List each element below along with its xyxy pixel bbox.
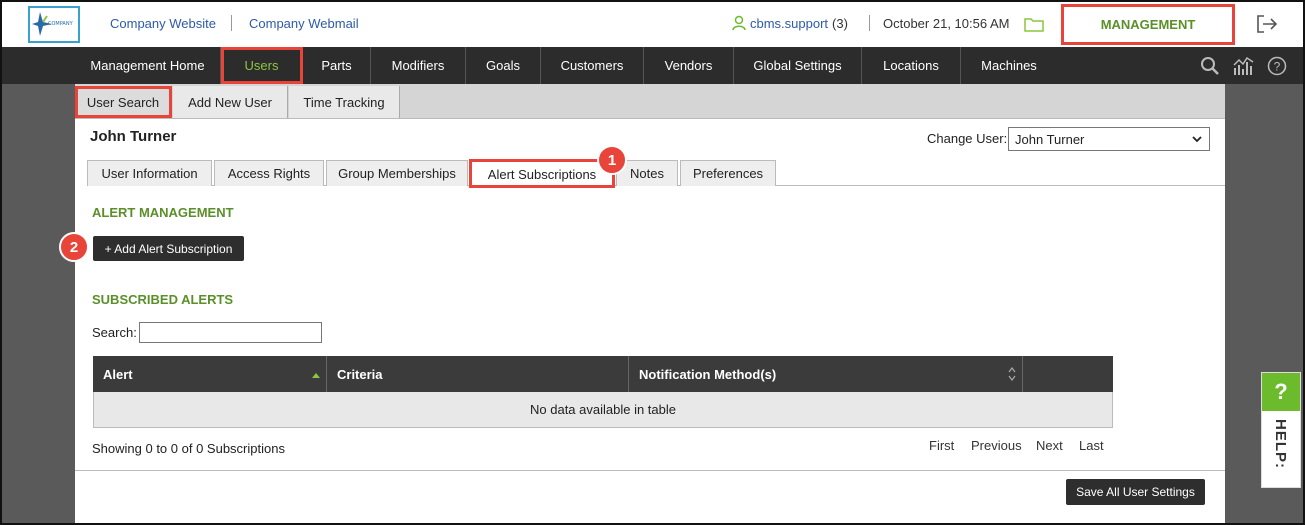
analytics-icon[interactable] xyxy=(1233,56,1255,79)
svg-text:?: ? xyxy=(1274,60,1281,74)
help-question-icon: ? xyxy=(1262,373,1300,411)
nav-users[interactable]: Users xyxy=(221,47,303,84)
sort-asc-icon xyxy=(312,368,320,383)
nav-customers[interactable]: Customers xyxy=(541,47,644,84)
search-label: Search: xyxy=(92,325,137,340)
column-criteria-label: Criteria xyxy=(337,366,383,382)
left-gutter xyxy=(0,84,75,525)
callout-badge-1: 1 xyxy=(597,145,627,175)
table-header: Alert Criteria Notification Method(s) xyxy=(93,356,1113,392)
tab-alert-subscriptions[interactable]: Alert Subscriptions xyxy=(469,159,615,188)
page-title: John Turner xyxy=(90,128,177,145)
change-user-value: John Turner xyxy=(1015,131,1085,147)
subscriptions-table: Alert Criteria Notification Method(s) No… xyxy=(93,356,1113,428)
main-content: John Turner Change User: John Turner Use… xyxy=(59,119,1225,525)
nav-global-settings[interactable]: Global Settings xyxy=(734,47,862,84)
search-input[interactable] xyxy=(139,322,322,343)
user-tabs: User Information Access Rights Group Mem… xyxy=(87,159,1225,188)
change-user-label: Change User: xyxy=(927,131,1008,146)
subtab-time-tracking[interactable]: Time Tracking xyxy=(289,86,400,118)
management-button[interactable]: MANAGEMENT xyxy=(1061,4,1235,45)
sort-both-icon xyxy=(1008,367,1016,384)
subscribed-alerts-title: SUBSCRIBED ALERTS xyxy=(92,292,234,307)
nav-vendors[interactable]: Vendors xyxy=(644,47,734,84)
save-all-settings-button[interactable]: Save All User Settings xyxy=(1066,479,1205,505)
help-circle-icon[interactable]: ? xyxy=(1267,56,1287,79)
nav-management-home[interactable]: Management Home xyxy=(75,47,221,84)
tab-access-rights[interactable]: Access Rights xyxy=(214,160,324,186)
help-widget[interactable]: ? HELP: xyxy=(1261,372,1301,488)
company-logo[interactable]: COMPANY xyxy=(28,6,80,43)
footer-divider xyxy=(75,470,1225,471)
callout-badge-2: 2 xyxy=(59,232,89,262)
company-webmail-link[interactable]: Company Webmail xyxy=(249,16,359,31)
table-empty-row: No data available in table xyxy=(93,392,1113,428)
user-icon xyxy=(732,15,746,31)
nav-goals[interactable]: Goals xyxy=(466,47,541,84)
company-website-link[interactable]: Company Website xyxy=(110,16,216,31)
main-nav: Management Home Users Parts Modifiers Go… xyxy=(0,47,1305,84)
logout-icon[interactable] xyxy=(1256,14,1278,37)
column-alert-label: Alert xyxy=(103,366,133,382)
help-label: HELP: xyxy=(1272,419,1289,469)
column-notification-methods[interactable]: Notification Method(s) xyxy=(629,356,1023,392)
user-count: (3) xyxy=(832,15,848,31)
pager-first[interactable]: First xyxy=(929,438,954,453)
subtab-add-new-user[interactable]: Add New User xyxy=(173,86,288,118)
nav-machines[interactable]: Machines xyxy=(961,47,1057,84)
pager-last[interactable]: Last xyxy=(1079,438,1104,453)
nav-locations[interactable]: Locations xyxy=(862,47,961,84)
link-separator xyxy=(231,15,232,31)
column-actions xyxy=(1023,356,1113,392)
chevron-down-icon xyxy=(1191,133,1203,148)
nav-parts[interactable]: Parts xyxy=(303,47,371,84)
nav-modifiers[interactable]: Modifiers xyxy=(371,47,466,84)
table-info: Showing 0 to 0 of 0 Subscriptions xyxy=(92,441,285,456)
current-user[interactable]: cbms.support (3) xyxy=(732,15,848,31)
pager-next[interactable]: Next xyxy=(1036,438,1063,453)
add-alert-subscription-button[interactable]: + Add Alert Subscription xyxy=(93,236,244,261)
subtab-user-search[interactable]: User Search xyxy=(75,86,172,118)
column-notification-label: Notification Method(s) xyxy=(639,366,777,382)
tab-user-information[interactable]: User Information xyxy=(87,160,212,186)
alert-management-title: ALERT MANAGEMENT xyxy=(92,205,234,220)
change-user-select[interactable]: John Turner xyxy=(1008,127,1210,151)
column-alert[interactable]: Alert xyxy=(93,356,327,392)
user-name: cbms.support xyxy=(750,15,829,31)
header-separator xyxy=(869,15,870,31)
sub-nav: User Search Add New User Time Tracking xyxy=(75,84,1225,119)
tab-group-memberships[interactable]: Group Memberships xyxy=(326,160,468,186)
search-icon[interactable] xyxy=(1200,56,1220,79)
top-bar: COMPANY Company Website Company Webmail … xyxy=(0,0,1305,47)
current-datetime: October 21, 10:56 AM xyxy=(883,16,1010,31)
tab-preferences[interactable]: Preferences xyxy=(680,160,776,186)
folder-icon[interactable] xyxy=(1024,16,1044,35)
logo-text: COMPANY xyxy=(48,21,73,27)
column-criteria[interactable]: Criteria xyxy=(327,356,629,392)
pager-previous[interactable]: Previous xyxy=(971,438,1022,453)
